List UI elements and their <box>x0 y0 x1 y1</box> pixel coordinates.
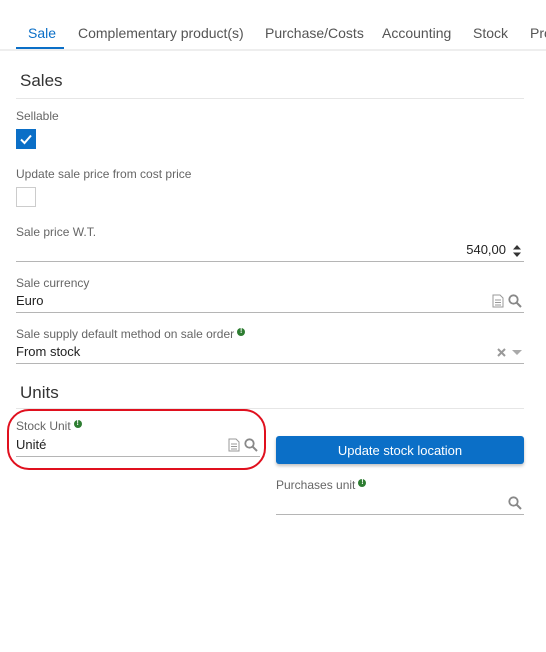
sale-price-label: Sale price W.T. <box>16 225 97 239</box>
document-icon[interactable] <box>228 438 240 452</box>
stock-unit-label-text: Stock Unit <box>16 419 71 433</box>
sales-section-title: Sales <box>20 71 63 90</box>
sellable-label: Sellable <box>16 109 59 123</box>
supply-method-actions <box>497 348 522 357</box>
chevron-down-icon[interactable] <box>512 349 522 356</box>
update-stock-location-button[interactable]: Update stock location <box>276 436 524 464</box>
search-icon[interactable] <box>244 438 258 452</box>
purchases-unit-label-text: Purchases unit <box>276 478 356 492</box>
document-icon[interactable] <box>492 294 504 308</box>
stock-unit-label: Stock Unit! <box>16 419 82 433</box>
supply-method-label-text: Sale supply default method on sale order <box>16 327 235 341</box>
units-section-title: Units <box>20 383 59 402</box>
sales-section-divider <box>16 98 524 99</box>
tab-bar: Sale Complementary product(s) Purchase/C… <box>0 0 546 51</box>
stock-unit-actions <box>228 438 258 452</box>
stock-unit-value: Unité <box>16 437 47 452</box>
sale-currency-label: Sale currency <box>16 276 90 290</box>
tab-purchase-costs[interactable]: Purchase/Costs <box>265 25 364 41</box>
sale-price-stepper[interactable] <box>513 245 521 257</box>
info-icon[interactable]: ! <box>358 479 367 487</box>
info-icon[interactable]: ! <box>237 328 246 336</box>
supply-method-value: From stock <box>16 344 81 359</box>
tab-sale[interactable]: Sale <box>28 25 56 41</box>
tab-accounting[interactable]: Accounting <box>382 25 451 41</box>
sale-currency-actions <box>492 294 522 308</box>
active-tab-indicator <box>16 47 64 49</box>
sellable-checkbox[interactable] <box>16 129 36 149</box>
sale-currency-value: Euro <box>16 293 44 308</box>
search-icon[interactable] <box>508 294 522 308</box>
checkmark-icon <box>20 134 32 145</box>
purchases-unit-actions <box>508 496 522 510</box>
purchases-unit-label: Purchases unit! <box>276 478 367 492</box>
units-section-divider <box>16 408 524 409</box>
clear-icon[interactable] <box>497 348 506 357</box>
info-icon[interactable]: ! <box>73 420 82 428</box>
update-sale-price-checkbox[interactable] <box>16 187 36 207</box>
sale-currency-input[interactable]: Euro <box>16 291 524 313</box>
supply-method-label: Sale supply default method on sale order… <box>16 327 246 341</box>
update-sale-price-label: Update sale price from cost price <box>16 167 192 181</box>
supply-method-select[interactable]: From stock <box>16 342 524 364</box>
spinner-icon[interactable] <box>513 245 521 257</box>
sale-price-input[interactable]: 540,00 <box>16 240 524 262</box>
tab-stock[interactable]: Stock <box>473 25 508 41</box>
purchases-unit-input[interactable] <box>276 493 524 515</box>
tab-more[interactable]: Pro <box>530 25 546 41</box>
sale-price-value: 540,00 <box>466 242 506 257</box>
tab-complementary-products[interactable]: Complementary product(s) <box>78 25 244 41</box>
stock-unit-input[interactable]: Unité <box>16 435 260 457</box>
search-icon[interactable] <box>508 496 522 510</box>
